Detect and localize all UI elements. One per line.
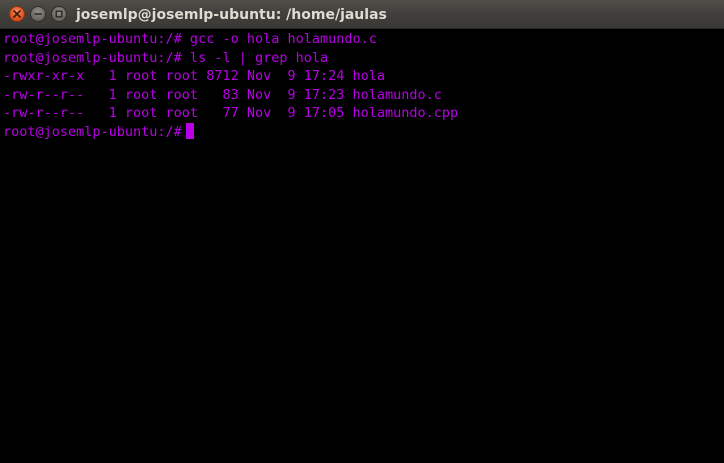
close-icon bbox=[13, 10, 21, 18]
minimize-button[interactable] bbox=[30, 6, 46, 22]
text-cursor bbox=[185, 122, 194, 139]
prompt-line[interactable]: root@josemlp-ubuntu:/# bbox=[3, 122, 724, 142]
title-bar[interactable]: josemlp@josemlp-ubuntu: /home/jaulas bbox=[0, 0, 724, 29]
terminal-output[interactable]: root@josemlp-ubuntu:/# gcc -o hola holam… bbox=[0, 29, 724, 463]
minimize-icon bbox=[34, 10, 42, 18]
window-title: josemlp@josemlp-ubuntu: /home/jaulas bbox=[76, 7, 387, 23]
maximize-icon bbox=[55, 10, 63, 18]
prompt-text: root@josemlp-ubuntu:/# bbox=[3, 123, 182, 140]
terminal-line: -rwxr-xr-x 1 root root 8712 Nov 9 17:24 … bbox=[3, 68, 386, 84]
close-button[interactable] bbox=[9, 6, 25, 22]
terminal-line: root@josemlp-ubuntu:/# ls -l | grep hola bbox=[3, 49, 329, 66]
terminal-line: -rw-r--r-- 1 root root 83 Nov 9 17:23 ho… bbox=[3, 86, 442, 103]
terminal-line: -rw-r--r-- 1 root root 77 Nov 9 17:05 ho… bbox=[3, 105, 459, 121]
terminal-line: root@josemlp-ubuntu:/# gcc -o hola holam… bbox=[3, 31, 377, 47]
maximize-button[interactable] bbox=[51, 6, 67, 22]
terminal-window: josemlp@josemlp-ubuntu: /home/jaulas roo… bbox=[0, 0, 724, 463]
